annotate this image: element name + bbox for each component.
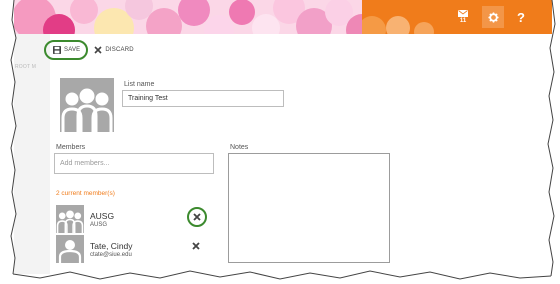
help-button[interactable]: ? bbox=[510, 6, 532, 28]
person-icon bbox=[58, 240, 82, 263]
remove-member-button[interactable] bbox=[187, 207, 207, 227]
member-row: AUSG AUSG bbox=[56, 205, 204, 233]
group-icon bbox=[61, 88, 113, 132]
list-name-input[interactable]: Training Test bbox=[122, 90, 284, 107]
member-subtext: ctate@siue.edu bbox=[90, 251, 132, 258]
help-icon: ? bbox=[517, 9, 525, 25]
save-icon bbox=[53, 46, 61, 54]
mail-button[interactable]: 11 bbox=[452, 6, 474, 28]
members-input[interactable]: Add members... bbox=[54, 153, 214, 174]
notes-label: Notes bbox=[230, 144, 249, 151]
mail-count: 11 bbox=[459, 18, 467, 24]
close-icon bbox=[193, 213, 201, 221]
gear-icon bbox=[487, 11, 499, 23]
save-button[interactable]: SAVE bbox=[44, 40, 89, 60]
list-avatar bbox=[60, 78, 114, 132]
member-row: Tate, Cindy ctate@siue.edu bbox=[56, 235, 204, 263]
member-subtext: AUSG bbox=[90, 221, 108, 228]
member-avatar bbox=[56, 205, 84, 233]
remove-member-button[interactable] bbox=[190, 240, 202, 252]
member-name: Tate, Cindy bbox=[90, 240, 133, 251]
member-name: AUSG bbox=[90, 210, 115, 221]
notes-textarea[interactable] bbox=[228, 153, 390, 263]
mail-icon bbox=[458, 10, 468, 17]
discard-button[interactable]: DISCARD bbox=[94, 46, 134, 54]
gutter-text: ROOT M bbox=[15, 64, 37, 70]
save-label: SAVE bbox=[64, 47, 81, 53]
settings-button[interactable] bbox=[482, 6, 504, 28]
banner-pattern bbox=[14, 0, 374, 34]
members-label: Members bbox=[56, 144, 86, 151]
left-gutter bbox=[14, 34, 50, 274]
discard-label: DISCARD bbox=[105, 47, 134, 53]
group-icon bbox=[56, 210, 84, 233]
member-avatar bbox=[56, 235, 84, 263]
close-icon bbox=[94, 46, 102, 54]
toolbar: SAVE DISCARD bbox=[44, 40, 134, 60]
list-name-label: List name bbox=[124, 81, 155, 88]
members-count: 2 current member(s) bbox=[56, 190, 115, 197]
close-icon bbox=[192, 242, 200, 250]
